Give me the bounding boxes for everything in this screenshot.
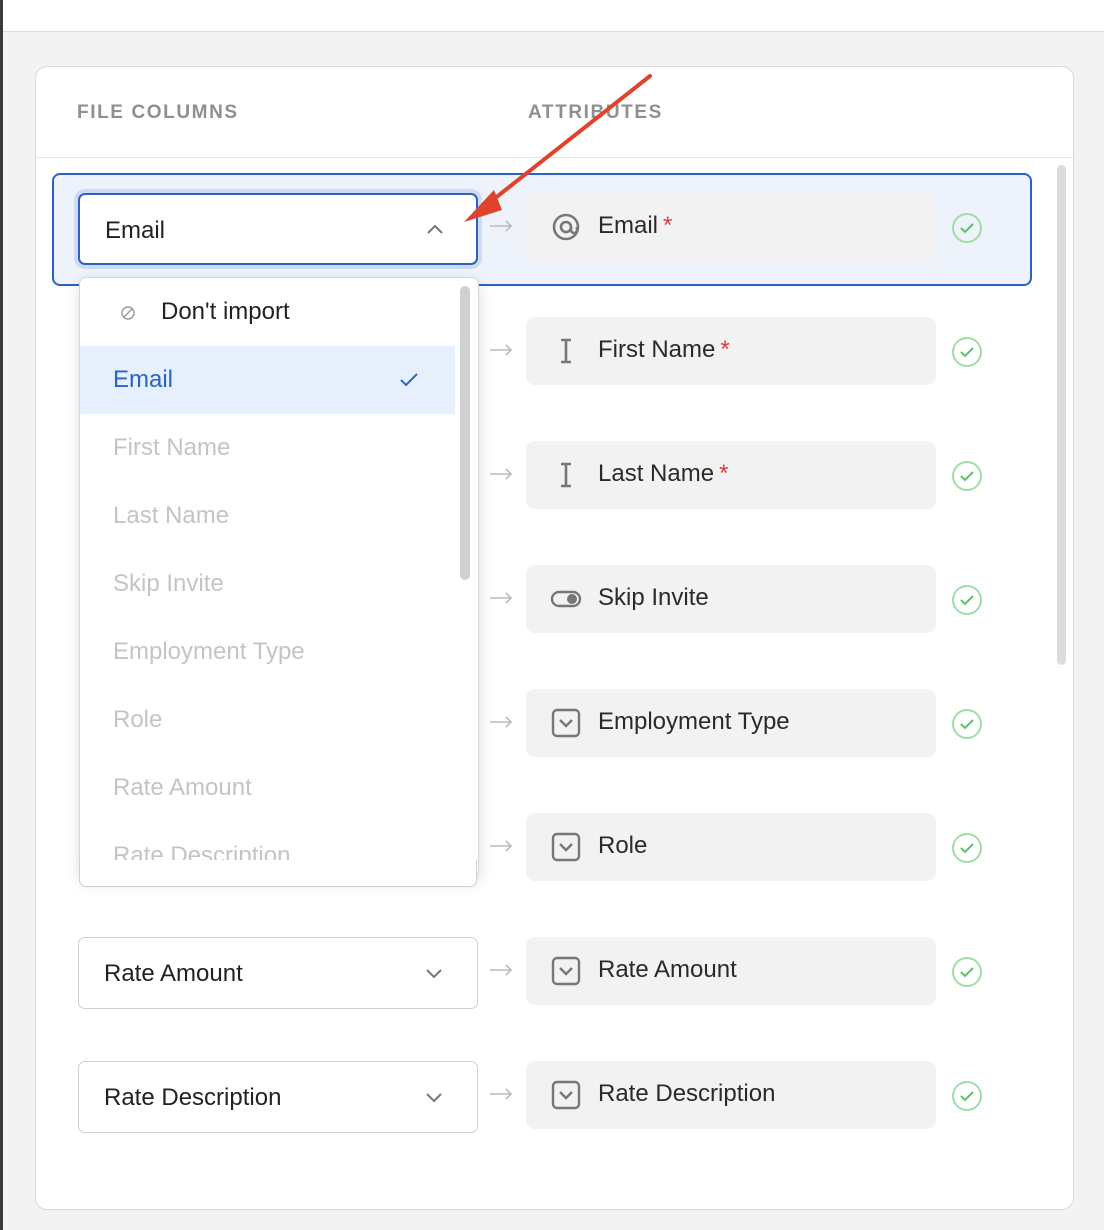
dropdown-option-label: Skip Invite	[113, 570, 224, 597]
column-select-value: Email	[105, 217, 166, 244]
attribute-label: Email	[598, 212, 659, 239]
arrow-right-icon	[490, 344, 513, 356]
dropdown-option[interactable]: Last Name	[80, 482, 455, 550]
mapping-row: Rate Amount Rate Amount	[36, 921, 1073, 1045]
dropdown-option[interactable]: Skip Invite	[80, 550, 455, 618]
attribute-label: Role	[598, 832, 648, 859]
arrow-right-icon	[490, 840, 513, 852]
attribute-field: Rate Amount	[526, 937, 936, 1005]
select-icon	[550, 1079, 582, 1111]
attribute-label: Last Name	[598, 460, 715, 487]
attribute-label: Skip Invite	[598, 584, 709, 611]
check-circle-icon	[952, 337, 982, 367]
top-bar	[0, 0, 1104, 32]
required-marker: *	[663, 212, 673, 239]
arrow-right-icon	[490, 964, 513, 976]
attribute-field: Skip Invite	[526, 565, 936, 633]
check-circle-icon	[952, 461, 982, 491]
at-icon	[550, 211, 582, 243]
select-icon	[550, 707, 582, 739]
check-circle-icon	[952, 585, 982, 615]
text-icon	[550, 459, 582, 491]
select-icon	[550, 831, 582, 863]
attribute-label: First Name	[598, 336, 716, 363]
arrow-right-icon	[490, 592, 513, 604]
column-select-value: Rate Description	[104, 1084, 282, 1111]
check-circle-icon	[952, 957, 982, 987]
check-circle-icon	[952, 1081, 982, 1111]
required-marker: *	[719, 460, 729, 487]
attributes-heading: ATTRIBUTES	[528, 102, 663, 123]
check-circle-icon	[952, 709, 982, 739]
dropdown-scrollbar[interactable]	[460, 286, 470, 580]
arrow-right-icon	[490, 1088, 513, 1100]
dropdown-option-label: First Name	[113, 434, 231, 461]
mapping-row: Rate Description Rate Description	[36, 1045, 1073, 1169]
file-columns-heading: FILE COLUMNS	[77, 102, 239, 123]
attribute-field: First Name *	[526, 317, 936, 385]
toggle-icon	[550, 583, 582, 615]
attribute-label: Employment Type	[598, 708, 790, 735]
dropdown-option[interactable]: Email	[80, 346, 455, 414]
dropdown-option-label: Employment Type	[113, 638, 305, 665]
no-entry-icon	[121, 306, 135, 320]
attribute-label: Rate Amount	[598, 956, 737, 983]
column-select[interactable]: Email	[78, 193, 478, 265]
dropdown-option-label: Don't import	[161, 298, 290, 325]
attribute-field: Rate Description	[526, 1061, 936, 1129]
dropdown-option[interactable]: Employment Type	[80, 618, 455, 686]
column-select[interactable]: Rate Description	[78, 1061, 478, 1133]
column-dropdown-menu: Don't import Email First Name Last Name Skip…	[79, 277, 479, 877]
dropdown-option[interactable]: Don't import	[80, 278, 455, 346]
dropdown-option[interactable]: Rate Amount	[80, 754, 455, 822]
dropdown-option-label: Email	[113, 366, 174, 393]
arrow-right-icon	[490, 468, 513, 480]
select-icon	[550, 955, 582, 987]
arrow-right-icon	[490, 220, 513, 232]
chevron-down-icon	[426, 969, 442, 979]
attribute-field: Last Name *	[526, 441, 936, 509]
check-circle-icon	[952, 833, 982, 863]
check-circle-icon	[952, 213, 982, 243]
column-select[interactable]: Rate Amount	[78, 937, 478, 1009]
arrow-right-icon	[490, 716, 513, 728]
window-edge	[0, 0, 3, 1230]
attribute-field: Role	[526, 813, 936, 881]
dropdown-option[interactable]: First Name	[80, 414, 455, 482]
attribute-field: Employment Type	[526, 689, 936, 757]
attribute-label: Rate Description	[598, 1080, 776, 1107]
attribute-field: Email *	[526, 193, 936, 261]
mapping-header: FILE COLUMNS ATTRIBUTES	[36, 67, 1073, 158]
dropdown-option-label: Role	[113, 706, 163, 733]
dropdown-option[interactable]: Role	[80, 686, 455, 754]
column-select-value: Rate Amount	[104, 960, 243, 987]
dropdown-option-label: Last Name	[113, 502, 230, 529]
chevron-up-icon	[427, 224, 443, 234]
dropdown-option-label: Rate Amount	[113, 774, 252, 801]
hidden-column-select-edge	[79, 860, 477, 887]
text-icon	[550, 335, 582, 367]
checkmark-icon	[400, 373, 418, 387]
required-marker: *	[720, 336, 730, 363]
chevron-down-icon	[426, 1093, 442, 1103]
